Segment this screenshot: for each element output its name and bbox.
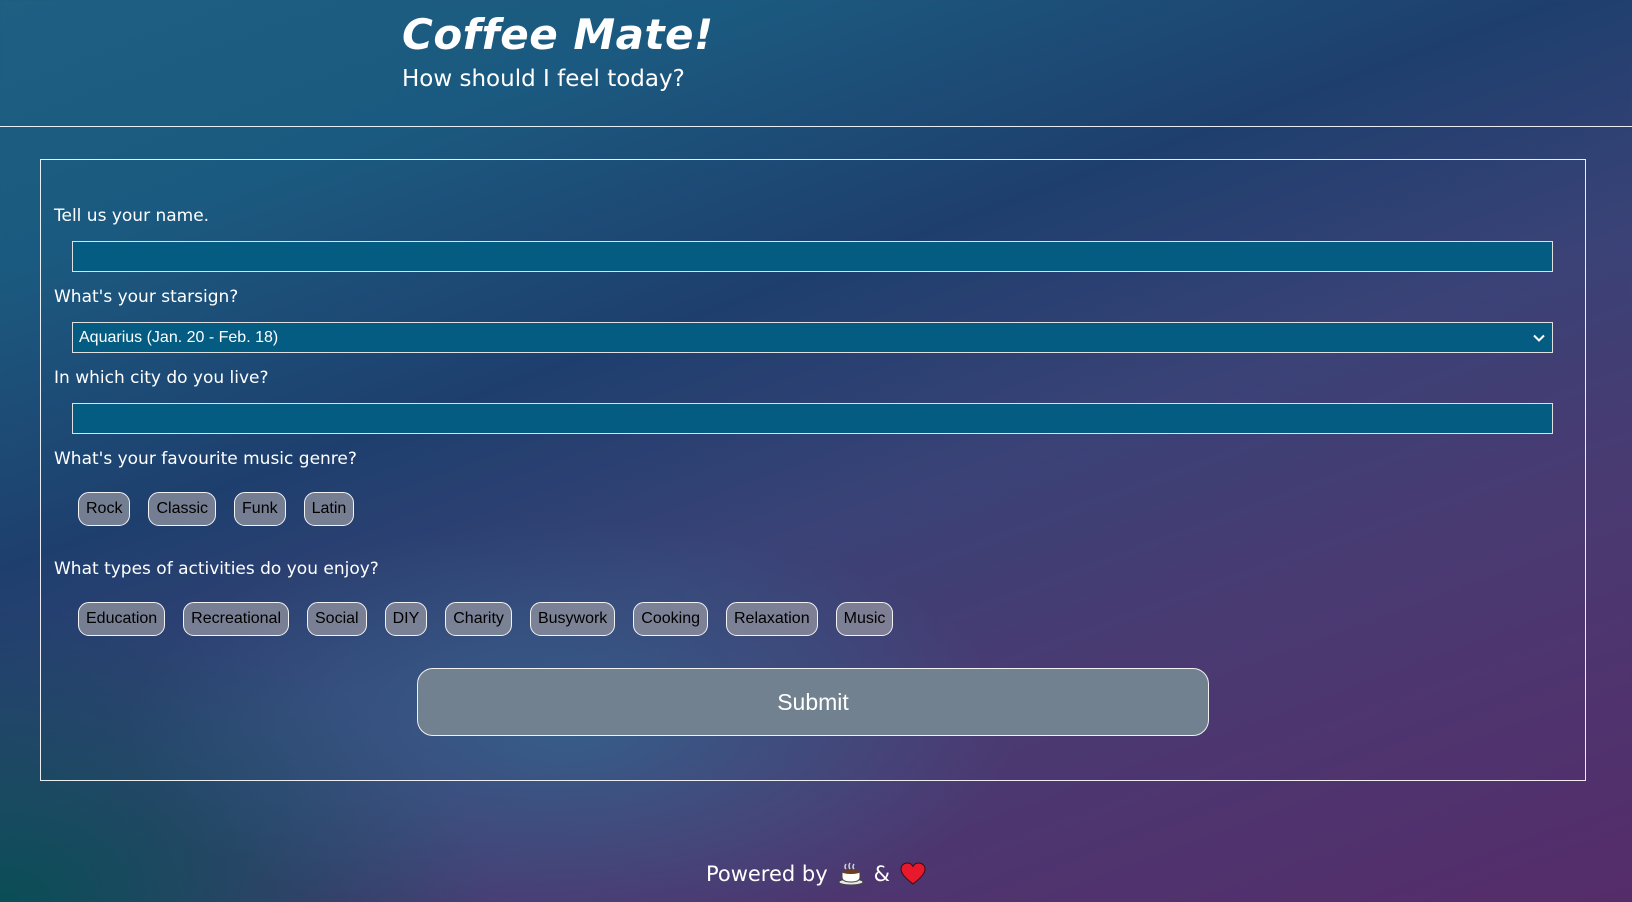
activity-chip-cooking[interactable]: Cooking <box>633 602 708 636</box>
activities-label: What types of activities do you enjoy? <box>54 559 379 579</box>
activity-chip-charity[interactable]: Charity <box>445 602 512 636</box>
activity-chip-busywork[interactable]: Busywork <box>529 602 616 636</box>
city-input[interactable] <box>72 403 1553 434</box>
activity-chip-social[interactable]: Social <box>307 602 367 636</box>
page-footer: Powered by & <box>0 862 1632 886</box>
questionnaire-form: Tell us your name. What's your starsign?… <box>40 159 1586 781</box>
activity-chip-education[interactable]: Education <box>78 602 166 636</box>
chevron-down-icon <box>1532 331 1546 345</box>
starsign-select[interactable]: Aquarius (Jan. 20 - Feb. 18) <box>72 322 1553 353</box>
name-label: Tell us your name. <box>54 206 210 226</box>
activity-chip-music[interactable]: Music <box>835 602 894 636</box>
activity-options: Education Recreational Social DIY Charit… <box>78 602 894 636</box>
genre-chip-rock[interactable]: Rock <box>78 492 131 526</box>
ampersand-text: & <box>873 862 891 886</box>
starsign-label: What's your starsign? <box>54 287 239 307</box>
city-label: In which city do you live? <box>54 368 269 388</box>
app-subtitle: How should I feel today? <box>402 66 685 92</box>
coffee-icon <box>838 862 864 886</box>
music-genre-options: Rock Classic Funk Latin <box>78 492 355 526</box>
activity-chip-relaxation[interactable]: Relaxation <box>726 602 818 636</box>
activity-chip-recreational[interactable]: Recreational <box>183 602 289 636</box>
app-title: Coffee Mate! <box>402 10 714 59</box>
name-input[interactable] <box>72 241 1553 272</box>
page-header: Coffee Mate! How should I feel today? <box>0 0 1632 127</box>
submit-button[interactable]: Submit <box>417 668 1209 736</box>
genre-chip-funk[interactable]: Funk <box>234 492 286 526</box>
genre-chip-latin[interactable]: Latin <box>303 492 355 526</box>
activity-chip-diy[interactable]: DIY <box>384 602 428 636</box>
powered-by-text: Powered by <box>705 862 828 886</box>
music-genre-label: What's your favourite music genre? <box>54 449 357 469</box>
starsign-selected-value: Aquarius (Jan. 20 - Feb. 18) <box>79 328 279 346</box>
genre-chip-classic[interactable]: Classic <box>148 492 217 526</box>
heart-icon <box>900 862 926 886</box>
